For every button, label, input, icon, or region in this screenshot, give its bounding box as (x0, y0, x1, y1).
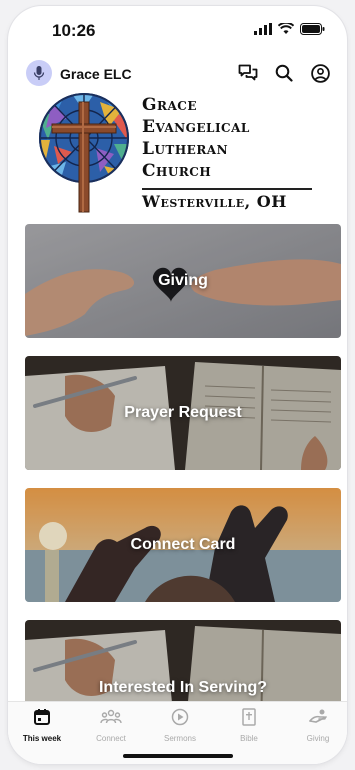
church-logo: Grace Evangelical Lutheran Church Wester… (38, 86, 318, 216)
card-title: Connect Card (130, 536, 236, 553)
phone-screen: 10:26 Grace ELC Grace Evangelical Luther… (8, 6, 347, 764)
church-name-line: Lutheran (142, 139, 229, 159)
tab-bible[interactable]: Bible (217, 708, 281, 743)
status-icons (254, 23, 325, 35)
tab-label: Giving (306, 734, 330, 743)
prayer-request-card[interactable]: Prayer Request (25, 356, 341, 470)
church-name-line: Church (142, 161, 212, 181)
connect-card[interactable]: Connect Card (25, 488, 341, 602)
header-actions (237, 62, 331, 84)
church-location: Westerville, OH (142, 192, 287, 211)
action-card-list: Giving Prayer Request Connect Card Inter… (25, 224, 341, 752)
home-indicator (122, 754, 233, 758)
card-title: Interested In Serving? (98, 679, 268, 697)
battery-icon (300, 23, 325, 35)
tab-label: Connect (96, 734, 126, 743)
search-icon (275, 64, 293, 82)
bottom-tab-bar: This week Connect Sermons Bible Giving (8, 701, 347, 764)
church-avatar[interactable] (26, 60, 52, 86)
church-name: Grace Evangelical Lutheran Church (142, 94, 250, 182)
play-icon (171, 708, 189, 726)
giving-card[interactable]: Giving (25, 224, 341, 338)
search-button[interactable] (273, 62, 295, 84)
messages-button[interactable] (237, 62, 259, 84)
tab-connect[interactable]: Connect (79, 708, 143, 743)
profile-button[interactable] (309, 62, 331, 84)
tab-sermons[interactable]: Sermons (148, 708, 212, 743)
wifi-icon (278, 23, 294, 34)
giving-hand-icon (309, 709, 327, 723)
status-time: 10:26 (52, 21, 96, 40)
user-circle-icon (310, 63, 330, 83)
tab-this-week[interactable]: This week (10, 708, 74, 743)
microphone-icon (33, 66, 45, 80)
tab-label: Sermons (163, 734, 196, 743)
church-name-line: Evangelical (142, 117, 250, 137)
church-name-line: Grace (142, 95, 197, 115)
card-title: Prayer Request (124, 404, 242, 421)
signal-icon (254, 23, 272, 35)
app-name: Grace ELC (60, 66, 132, 82)
tab-giving[interactable]: Giving (286, 708, 347, 743)
logo-divider (142, 188, 312, 190)
calendar-icon (34, 709, 50, 725)
people-icon (100, 709, 122, 724)
status-bar: 10:26 (8, 6, 347, 54)
stained-glass-cross-emblem (39, 93, 129, 213)
card-title: Giving (158, 272, 208, 289)
chat-bubbles-icon (238, 64, 258, 81)
bible-icon (242, 708, 256, 726)
tab-label: Bible (240, 734, 258, 743)
tab-label: This week (22, 734, 62, 743)
